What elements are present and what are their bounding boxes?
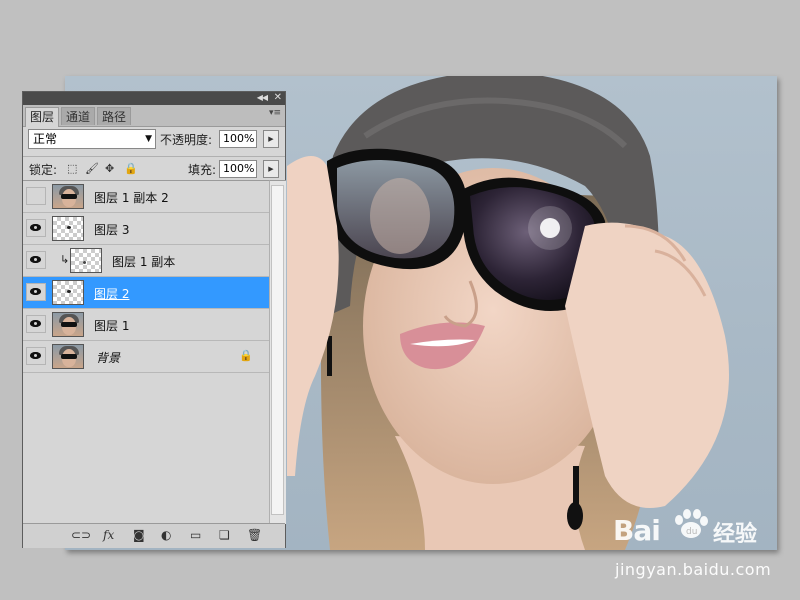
layer-name[interactable]: 背景 [96, 349, 120, 366]
opacity-slider-button[interactable]: ▶ [263, 130, 279, 148]
layer-row[interactable]: 图层 1 副本 2 [23, 181, 269, 213]
baidu-jingyan-watermark: Bai du 经验 jingyan.baidu.com [613, 509, 793, 584]
tab-paths[interactable]: 路径 [97, 107, 132, 125]
layer-thumbnail [52, 280, 84, 305]
layers-panel: ◀◀ ✕ 图层 通道 路径 ▾≡ 正常 ▼ 不透明度: 100% ▶ 锁定: ⬚… [22, 91, 286, 548]
trash-icon[interactable]: 🗑 [247, 528, 262, 542]
watermark-url: jingyan.baidu.com [615, 560, 772, 579]
mask-icon[interactable]: ◙ [133, 528, 145, 542]
fill-label: 填充: [188, 163, 217, 177]
panel-menu-icon[interactable]: ▾≡ [269, 108, 281, 118]
collapse-icon[interactable]: ◀◀ [257, 93, 268, 102]
tab-channels[interactable]: 通道 [61, 107, 96, 125]
lock-label: 锁定: [29, 163, 58, 177]
clipping-arrow-icon: ↳ [60, 253, 70, 266]
panel-tab-bar: 图层 通道 路径 ▾≡ [23, 105, 285, 127]
lock-position-icon[interactable]: ✥ [105, 163, 114, 175]
layer-thumbnail [70, 248, 102, 273]
blend-mode-dropdown[interactable]: 正常 ▼ [28, 129, 156, 149]
eye-icon[interactable] [26, 315, 46, 333]
eye-icon[interactable] [26, 251, 46, 269]
layer-row-background[interactable]: 背景 🔒 [23, 341, 269, 373]
fill-input[interactable]: 100% [219, 160, 257, 178]
visibility-toggle[interactable] [26, 187, 46, 205]
layer-name[interactable]: 图层 1 副本 2 [94, 189, 169, 206]
scrollbar-thumb[interactable] [271, 185, 284, 515]
opacity-input[interactable]: 100% [219, 130, 257, 148]
layer-row[interactable]: ↳ 图层 1 副本 [23, 245, 269, 277]
tab-layers[interactable]: 图层 [25, 107, 60, 127]
lock-row: 锁定: ⬚ 🖌 ✥ 🔒 填充: 100% ▶ [23, 156, 285, 181]
eye-icon[interactable] [26, 283, 46, 301]
eye-icon[interactable] [26, 219, 46, 237]
panel-footer: ⊂⊃ fx ◙ ◐ ▭ ❏ 🗑 [23, 523, 285, 548]
folder-icon[interactable]: ▭ [190, 528, 201, 542]
blend-mode-value: 正常 [33, 132, 58, 146]
new-layer-icon[interactable]: ❏ [219, 528, 230, 542]
layers-list: 图层 1 副本 2 图层 3 ↳ 图层 1 副本 图层 2 图层 1 背景 🔒 [23, 180, 269, 524]
adjustment-icon[interactable]: ◐ [161, 528, 171, 542]
layer-row[interactable]: 图层 3 [23, 213, 269, 245]
fx-icon[interactable]: fx [103, 528, 114, 542]
close-icon[interactable]: ✕ [274, 92, 282, 104]
lock-transparency-icon[interactable]: ⬚ [67, 163, 77, 175]
panel-title-bar[interactable]: ◀◀ ✕ [23, 92, 285, 105]
lock-all-icon[interactable]: 🔒 [124, 163, 138, 175]
layer-thumbnail [52, 312, 84, 337]
lock-icon: 🔒 [239, 349, 253, 362]
svg-text:du: du [686, 527, 697, 537]
layer-row-selected[interactable]: 图层 2 [23, 277, 269, 309]
layer-thumbnail [52, 184, 84, 209]
chevron-down-icon: ▼ [145, 134, 152, 144]
link-icon[interactable]: ⊂⊃ [71, 528, 91, 542]
layer-thumbnail [52, 216, 84, 241]
layers-scrollbar[interactable] [269, 180, 286, 524]
layer-name[interactable]: 图层 2 [94, 285, 129, 302]
layer-name[interactable]: 图层 3 [94, 221, 129, 238]
layer-thumbnail [52, 344, 84, 369]
paw-logo-icon: du [675, 509, 708, 538]
layer-row[interactable]: 图层 1 [23, 309, 269, 341]
opacity-label: 不透明度: [160, 133, 213, 147]
blend-row: 正常 ▼ 不透明度: 100% ▶ [23, 127, 285, 155]
watermark-brand-left: Bai [613, 514, 661, 547]
watermark-brand-right: 经验 [713, 522, 758, 547]
fill-slider-button[interactable]: ▶ [263, 160, 279, 178]
eye-icon[interactable] [26, 347, 46, 365]
lock-pixels-icon[interactable]: 🖌 [85, 163, 99, 175]
layer-name[interactable]: 图层 1 [94, 317, 129, 334]
layer-name[interactable]: 图层 1 副本 [112, 253, 175, 270]
